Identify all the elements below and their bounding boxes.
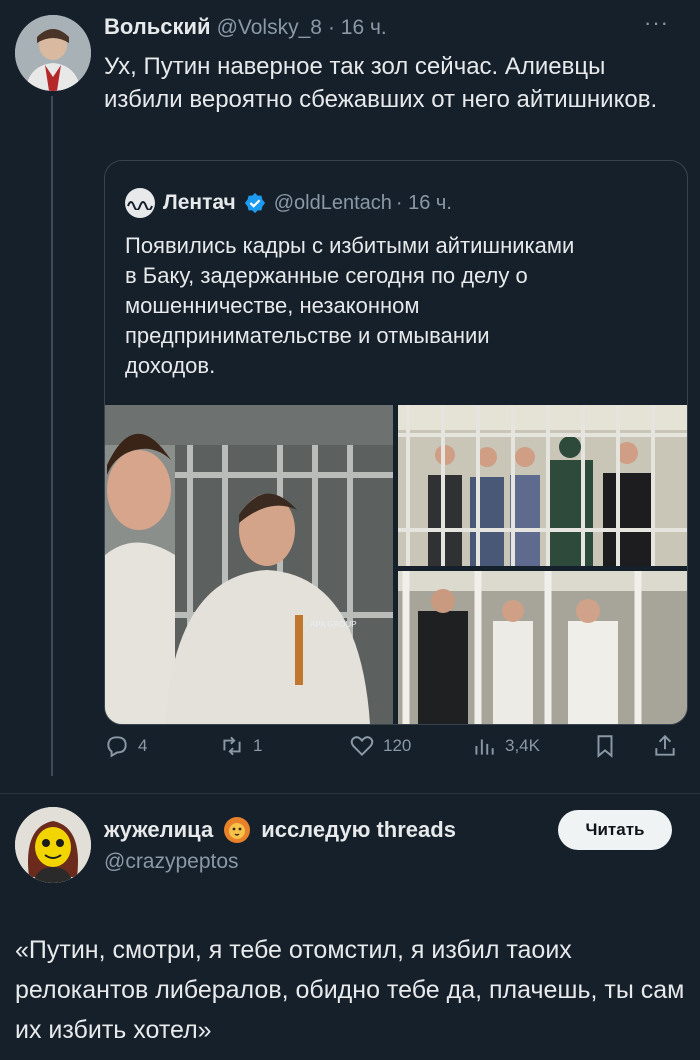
avatar-image — [15, 15, 91, 91]
bookmark-button[interactable] — [592, 733, 618, 759]
reply-avatar[interactable] — [15, 807, 91, 883]
reply-text: «Путин, смотри, я тебе отомстил, я избил… — [15, 936, 685, 1044]
quote-author-handle: @oldLentach — [273, 191, 392, 214]
heart-icon — [350, 736, 374, 757]
retweet-button[interactable]: 1 — [219, 733, 262, 759]
quote-timestamp: · 16 ч. — [395, 191, 452, 214]
author-name[interactable]: Вольский — [104, 14, 211, 40]
like-button[interactable]: 120 — [349, 733, 411, 759]
lentach-logo-icon — [127, 201, 153, 210]
watermark-text: APA GROUP — [310, 620, 357, 629]
follow-button[interactable]: Читать — [558, 810, 672, 850]
like-count: 120 — [383, 736, 412, 755]
tweet-text: Ух, Путин наверное так зол сейчас. Алиев… — [104, 53, 658, 113]
share-icon — [655, 734, 675, 756]
quote-avatar — [125, 188, 155, 218]
divider — [0, 793, 700, 794]
more-options-icon[interactable]: ··· — [644, 10, 669, 36]
media-photo-3[interactable] — [398, 571, 687, 724]
bookmark-icon — [597, 735, 613, 758]
quote-text: Появились кадры с избитыми айтишниками в… — [125, 233, 575, 378]
reply-author-handle[interactable]: @crazypeptos — [104, 850, 239, 874]
avatar[interactable] — [15, 15, 91, 91]
reply-author-suffix: исследую threads — [261, 817, 456, 842]
retweet-count: 1 — [253, 736, 263, 755]
avatar-image — [15, 807, 91, 883]
media-photo-2[interactable] — [398, 405, 687, 566]
verified-badge-icon — [244, 192, 265, 214]
reply-count: 4 — [138, 736, 148, 755]
quoted-tweet[interactable]: Лентач @oldLentach · 16 ч. Появились кад… — [104, 160, 688, 725]
views-button[interactable]: 3,4K — [471, 733, 540, 759]
reply-author-name[interactable]: жужелица — [104, 817, 213, 843]
reply-button[interactable]: 4 — [104, 733, 147, 759]
author-handle[interactable]: @Volsky_8 — [217, 16, 322, 40]
lion-emoji-icon — [224, 817, 251, 843]
thread-line — [51, 96, 53, 776]
views-icon — [475, 739, 494, 755]
quote-author-name: Лентач — [163, 191, 236, 214]
timestamp[interactable]: · 16 ч. — [328, 16, 387, 40]
media-photo-1[interactable]: APA GROUP — [105, 405, 393, 724]
reply-icon — [107, 736, 127, 758]
share-button[interactable] — [652, 733, 678, 759]
views-count: 3,4K — [505, 736, 540, 755]
retweet-icon — [223, 736, 241, 756]
tweet-actions: 4 1 120 3,4K — [104, 733, 684, 773]
